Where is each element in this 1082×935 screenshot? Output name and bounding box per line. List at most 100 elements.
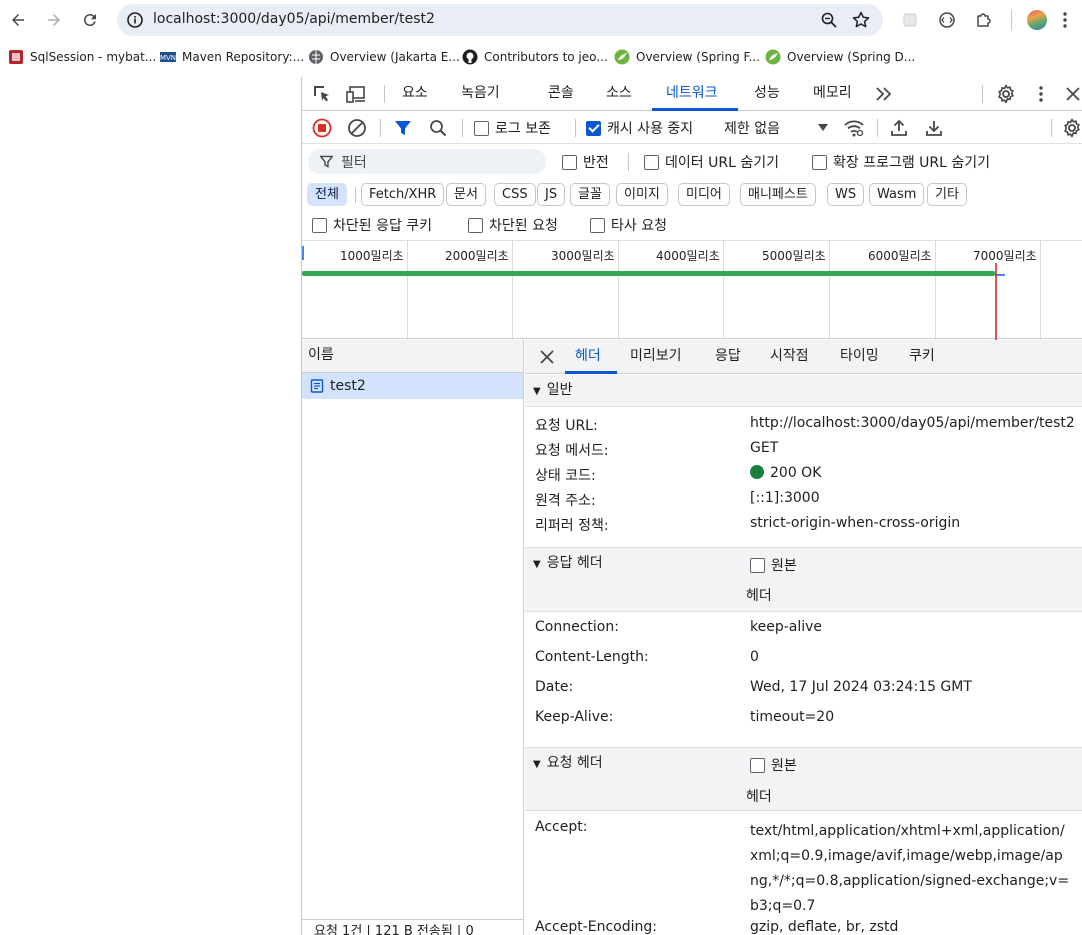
timeline-overview[interactable]: 1000밀리초 2000밀리초 3000밀리초 4000밀리초 5000밀리초 … — [302, 240, 1082, 340]
toolbar-divider — [877, 119, 878, 137]
tab-network[interactable]: 네트워크 — [666, 77, 718, 110]
sqlsession-favicon-icon — [8, 49, 24, 65]
address-bar[interactable]: localhost:3000/day05/api/member/test2 — [117, 4, 883, 36]
bookmark-item[interactable]: SqlSession - mybat... — [8, 48, 156, 66]
third-party-checkbox[interactable]: 타사 요청 — [590, 215, 667, 235]
name-column-header[interactable]: 이름 — [302, 340, 523, 373]
type-filter-ws[interactable]: WS — [827, 183, 865, 206]
request-row[interactable]: test2 — [302, 373, 523, 399]
status-ok-dot-icon — [750, 465, 764, 479]
header-key: Accept: — [535, 819, 588, 835]
throttling-select[interactable]: 제한 없음 — [724, 118, 828, 138]
type-filter-manifest[interactable]: 매니페스트 — [740, 183, 816, 206]
header-value: GET — [750, 440, 779, 456]
type-filter-js[interactable]: JS — [537, 183, 566, 206]
hide-data-urls-checkbox[interactable]: 데이터 URL 숨기기 — [644, 152, 779, 172]
tab-console[interactable]: 콘솔 — [548, 77, 574, 110]
detail-tab-cookies[interactable]: 쿠키 — [909, 340, 935, 373]
request-headers-section-header[interactable]: ▼ 요청 헤더 — [525, 748, 1082, 811]
search-icon[interactable] — [426, 116, 450, 140]
detail-tab-initiator[interactable]: 시작점 — [770, 340, 809, 373]
toolbar-divider — [1011, 10, 1012, 30]
type-filter-font[interactable]: 글꼴 — [570, 183, 610, 206]
header-value: timeout=20 — [750, 709, 835, 725]
profile-avatar[interactable] — [1027, 10, 1047, 30]
spring-favicon-icon — [765, 49, 781, 65]
tab-recorder[interactable]: 녹음기 — [461, 77, 500, 110]
type-filter-image[interactable]: 이미지 — [616, 183, 668, 206]
bookmark-item[interactable]: Contributors to jeo... — [462, 48, 608, 66]
close-detail-icon[interactable] — [535, 345, 559, 369]
status-code-value: 200 OK — [750, 465, 821, 481]
site-info-icon[interactable] — [125, 10, 145, 30]
grid-line — [407, 241, 408, 340]
type-filter-all[interactable]: 전체 — [307, 183, 347, 206]
preserve-log-checkbox[interactable]: 로그 보존 — [474, 118, 551, 138]
detail-tab-timing[interactable]: 타이밍 — [840, 340, 879, 373]
record-stop-icon[interactable] — [310, 116, 334, 140]
extension-1-icon[interactable] — [900, 10, 920, 30]
type-filter-wasm[interactable]: Wasm — [869, 183, 925, 206]
network-conditions-wifi-icon[interactable] — [842, 116, 866, 140]
device-toolbar-icon[interactable] — [345, 82, 369, 106]
devtools-panel: 요소 녹음기 콘솔 소스 네트워크 성능 메모리 로그 보존 캐시 사용 중지 … — [301, 77, 1082, 935]
blocked-requests-checkbox[interactable]: 차단된 요청 — [468, 215, 558, 235]
type-filter-other[interactable]: 기타 — [927, 183, 967, 206]
export-har-download-icon[interactable] — [922, 116, 946, 140]
detail-tab-headers[interactable]: 헤더 — [575, 340, 601, 373]
type-filter-media[interactable]: 미디어 — [678, 183, 730, 206]
blocked-cookies-checkbox[interactable]: 차단된 응답 쿠키 — [312, 215, 432, 235]
document-icon — [310, 379, 324, 393]
bookmark-item[interactable]: MVN Maven Repository:... — [160, 48, 304, 66]
invert-checkbox[interactable]: 반전 — [562, 152, 609, 172]
header-key: 요청 메서드: — [535, 443, 609, 459]
tab-memory[interactable]: 메모리 — [813, 77, 852, 110]
timeline-tick: 6000밀리초 — [868, 249, 932, 263]
clear-icon[interactable] — [345, 116, 369, 140]
more-tabs-chevron-icon[interactable] — [872, 82, 896, 106]
general-section-header[interactable]: ▼ 일반 — [525, 375, 1082, 407]
back-button[interactable] — [6, 8, 30, 32]
reload-button[interactable] — [78, 8, 102, 32]
response-headers-section-header[interactable]: ▼ 응답 헤더 — [525, 548, 1082, 612]
dropdown-caret-icon — [817, 124, 828, 131]
detail-tab-response[interactable]: 응답 — [715, 340, 741, 373]
url-text[interactable]: localhost:3000/day05/api/member/test2 — [153, 11, 435, 27]
settings-gear-icon[interactable] — [994, 82, 1018, 106]
browser-toolbar: localhost:3000/day05/api/member/test2 — [0, 0, 1082, 40]
bookmark-item[interactable]: Overview (Spring F... — [614, 48, 760, 66]
extension-2-icon[interactable] — [937, 10, 957, 30]
tab-performance[interactable]: 성능 — [754, 77, 780, 110]
arrow-left-icon — [12, 14, 24, 26]
request-raw-checkbox[interactable]: 원본 — [750, 755, 797, 775]
close-devtools-icon[interactable] — [1061, 82, 1082, 106]
hide-extension-urls-checkbox[interactable]: 확장 프로그램 URL 숨기기 — [812, 152, 990, 172]
disable-cache-checkbox[interactable]: 캐시 사용 중지 — [586, 118, 693, 138]
github-favicon-icon — [462, 49, 478, 65]
extensions-puzzle-icon[interactable] — [974, 10, 994, 30]
chip-divider — [355, 187, 356, 203]
detail-tab-preview[interactable]: 미리보기 — [630, 340, 682, 373]
tab-sources[interactable]: 소스 — [606, 77, 632, 110]
response-raw-checkbox[interactable]: 원본 — [750, 555, 797, 575]
browser-menu-icon[interactable] — [1055, 10, 1075, 30]
forward-button[interactable] — [42, 8, 66, 32]
zoom-icon[interactable] — [819, 10, 839, 30]
inspect-element-icon[interactable] — [310, 82, 334, 106]
network-settings-gear-icon[interactable] — [1060, 116, 1082, 140]
type-filter-css[interactable]: CSS — [494, 183, 536, 206]
filter-input[interactable]: 필터 — [308, 149, 546, 174]
type-filter-fetch-xhr[interactable]: Fetch/XHR — [361, 183, 445, 206]
tab-elements[interactable]: 요소 — [402, 77, 428, 110]
bookmark-star-icon[interactable] — [851, 10, 871, 30]
bookmark-item[interactable]: Overview (Spring D... — [765, 48, 915, 66]
request-list: 이름 test2 요청 1건 | 121 B 전송됨 | 0 — [302, 340, 524, 935]
devtools-menu-icon[interactable] — [1029, 82, 1053, 106]
import-har-upload-icon[interactable] — [887, 116, 911, 140]
blocked-filters: 차단된 응답 쿠키 차단된 요청 타사 요청 — [302, 210, 1082, 240]
type-filter-document[interactable]: 문서 — [446, 183, 486, 206]
arrow-right-icon — [48, 14, 60, 26]
bookmark-item[interactable]: Overview (Jakarta E... — [308, 48, 460, 66]
filter-funnel-icon[interactable] — [391, 116, 415, 140]
timeline-tick: 7000밀리초 — [973, 249, 1037, 263]
